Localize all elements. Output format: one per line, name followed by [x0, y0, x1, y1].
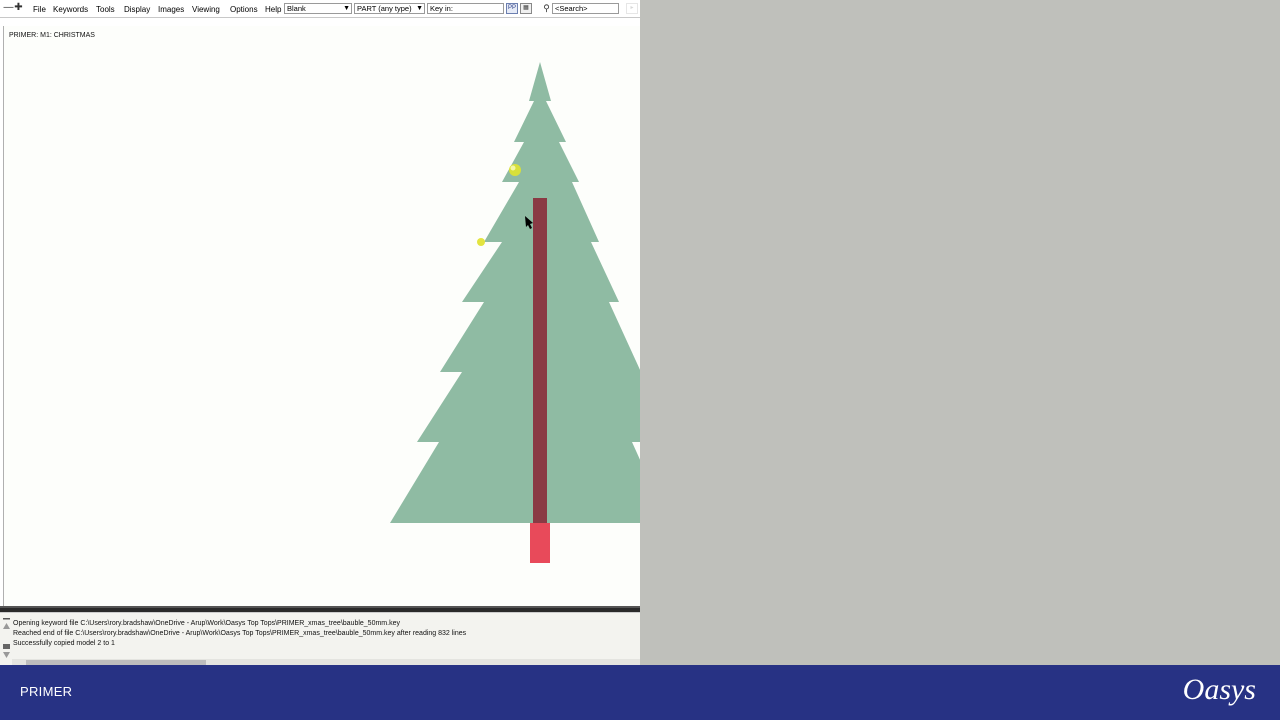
menu-keywords[interactable]: Keywords [53, 4, 88, 15]
search-icon[interactable]: ⚲ [541, 2, 552, 14]
menu-viewing[interactable]: Viewing [192, 4, 220, 15]
part-type-select[interactable]: PART (any type) ▼ [354, 3, 425, 14]
menu-file[interactable]: File [33, 4, 46, 15]
bauble-large-highlight [510, 165, 516, 171]
oasys-logo: Oasys [1182, 673, 1256, 706]
console-message: Opening keyword file C:\Users\rory.brads… [13, 620, 400, 627]
menu-bar: — ✚ File Keywords Tools Display Images V… [0, 0, 640, 18]
menu-images[interactable]: Images [158, 4, 184, 15]
tree-trunk[interactable] [533, 198, 547, 523]
graphics-window[interactable]: PRIMER: M1: CHRISTMAS [3, 26, 640, 606]
part-type-select-value: PART (any type) [357, 4, 412, 13]
console-message: Reached end of file C:\Users\rory.bradsh… [13, 630, 467, 637]
footer-app-name: PRIMER [20, 684, 73, 699]
menu-options[interactable]: Options [230, 4, 258, 15]
dropdown-arrow-icon: ▼ [416, 5, 423, 12]
menu-help[interactable]: Help [265, 4, 281, 15]
console-message: Successfully copied model 2 to 1 [13, 640, 115, 647]
bauble-large[interactable] [509, 164, 521, 176]
footer-bar: PRIMER Oasys [0, 665, 1280, 720]
primer-window: — ✚ File Keywords Tools Display Images V… [0, 0, 640, 666]
key-in-input[interactable]: Key in: [427, 3, 504, 14]
menu-tools[interactable]: Tools [96, 4, 115, 15]
dropdown-arrow-icon: ▼ [343, 5, 350, 12]
christmas-tree-model[interactable] [4, 26, 640, 606]
search-input[interactable]: <Search> [552, 3, 619, 14]
move-cross-icon[interactable]: ✚ [13, 2, 24, 14]
pp-button[interactable]: PP [506, 3, 518, 14]
blank-select[interactable]: Blank ▼ [284, 3, 352, 14]
menu-display[interactable]: Display [124, 4, 150, 15]
grid-icon[interactable]: ▦ [520, 3, 532, 14]
tree-foliage[interactable] [390, 62, 640, 523]
message-console: Opening keyword file C:\Users\rory.brads… [0, 612, 640, 666]
bauble-small[interactable] [477, 238, 485, 246]
search-go-button[interactable]: ▸ [626, 3, 638, 14]
blank-select-value: Blank [287, 4, 306, 13]
trunk-base[interactable] [530, 523, 550, 563]
console-scroll-arrows-icon[interactable] [2, 617, 11, 661]
